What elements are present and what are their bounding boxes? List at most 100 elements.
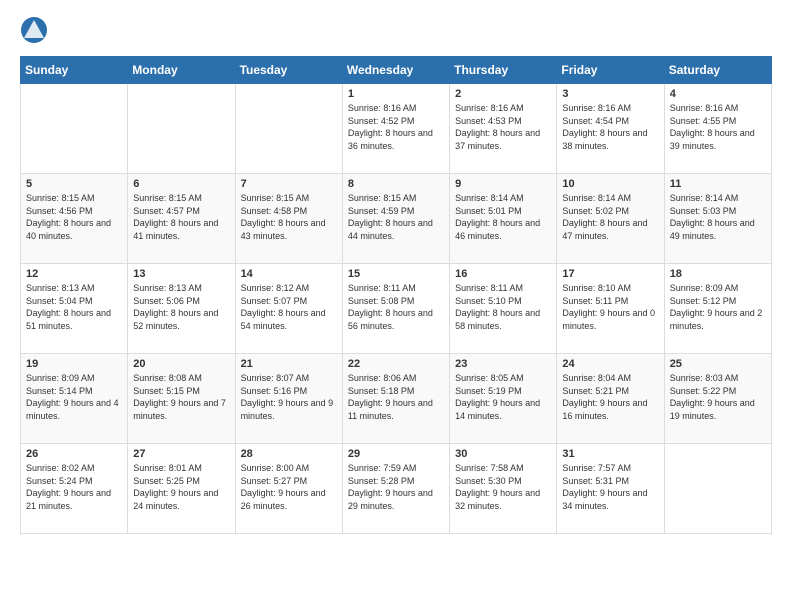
day-info: Sunrise: 8:16 AMSunset: 4:53 PMDaylight:…	[455, 102, 551, 152]
day-number: 27	[133, 448, 229, 460]
day-info: Sunrise: 8:09 AMSunset: 5:12 PMDaylight:…	[670, 282, 766, 332]
day-number: 18	[670, 268, 766, 280]
day-number: 6	[133, 178, 229, 190]
calendar-cell: 3 Sunrise: 8:16 AMSunset: 4:54 PMDayligh…	[557, 84, 664, 174]
calendar-cell	[664, 444, 771, 534]
calendar-cell: 16 Sunrise: 8:11 AMSunset: 5:10 PMDaylig…	[450, 264, 557, 354]
day-info: Sunrise: 8:08 AMSunset: 5:15 PMDaylight:…	[133, 372, 229, 422]
calendar-week-row: 1 Sunrise: 8:16 AMSunset: 4:52 PMDayligh…	[21, 84, 772, 174]
calendar-cell: 21 Sunrise: 8:07 AMSunset: 5:16 PMDaylig…	[235, 354, 342, 444]
day-info: Sunrise: 8:14 AMSunset: 5:01 PMDaylight:…	[455, 192, 551, 242]
calendar-cell: 23 Sunrise: 8:05 AMSunset: 5:19 PMDaylig…	[450, 354, 557, 444]
day-info: Sunrise: 8:00 AMSunset: 5:27 PMDaylight:…	[241, 462, 337, 512]
day-number: 7	[241, 178, 337, 190]
day-info: Sunrise: 7:58 AMSunset: 5:30 PMDaylight:…	[455, 462, 551, 512]
calendar-cell: 5 Sunrise: 8:15 AMSunset: 4:56 PMDayligh…	[21, 174, 128, 264]
day-number: 3	[562, 88, 658, 100]
day-info: Sunrise: 8:07 AMSunset: 5:16 PMDaylight:…	[241, 372, 337, 422]
day-info: Sunrise: 8:11 AMSunset: 5:10 PMDaylight:…	[455, 282, 551, 332]
calendar-cell: 13 Sunrise: 8:13 AMSunset: 5:06 PMDaylig…	[128, 264, 235, 354]
calendar-cell: 30 Sunrise: 7:58 AMSunset: 5:30 PMDaylig…	[450, 444, 557, 534]
day-info: Sunrise: 8:16 AMSunset: 4:52 PMDaylight:…	[348, 102, 444, 152]
day-info: Sunrise: 8:02 AMSunset: 5:24 PMDaylight:…	[26, 462, 122, 512]
calendar-cell: 14 Sunrise: 8:12 AMSunset: 5:07 PMDaylig…	[235, 264, 342, 354]
day-info: Sunrise: 8:05 AMSunset: 5:19 PMDaylight:…	[455, 372, 551, 422]
day-info: Sunrise: 8:04 AMSunset: 5:21 PMDaylight:…	[562, 372, 658, 422]
day-number: 1	[348, 88, 444, 100]
weekday-header-sunday: Sunday	[21, 57, 128, 84]
day-number: 4	[670, 88, 766, 100]
calendar-cell: 22 Sunrise: 8:06 AMSunset: 5:18 PMDaylig…	[342, 354, 449, 444]
calendar-cell: 4 Sunrise: 8:16 AMSunset: 4:55 PMDayligh…	[664, 84, 771, 174]
day-info: Sunrise: 8:14 AMSunset: 5:02 PMDaylight:…	[562, 192, 658, 242]
calendar-cell: 6 Sunrise: 8:15 AMSunset: 4:57 PMDayligh…	[128, 174, 235, 264]
day-info: Sunrise: 8:16 AMSunset: 4:55 PMDaylight:…	[670, 102, 766, 152]
day-number: 8	[348, 178, 444, 190]
day-info: Sunrise: 8:15 AMSunset: 4:56 PMDaylight:…	[26, 192, 122, 242]
calendar-cell: 10 Sunrise: 8:14 AMSunset: 5:02 PMDaylig…	[557, 174, 664, 264]
day-info: Sunrise: 8:10 AMSunset: 5:11 PMDaylight:…	[562, 282, 658, 332]
day-number: 13	[133, 268, 229, 280]
calendar-week-row: 5 Sunrise: 8:15 AMSunset: 4:56 PMDayligh…	[21, 174, 772, 264]
calendar-cell: 27 Sunrise: 8:01 AMSunset: 5:25 PMDaylig…	[128, 444, 235, 534]
day-info: Sunrise: 8:06 AMSunset: 5:18 PMDaylight:…	[348, 372, 444, 422]
day-number: 23	[455, 358, 551, 370]
day-number: 25	[670, 358, 766, 370]
calendar-cell: 26 Sunrise: 8:02 AMSunset: 5:24 PMDaylig…	[21, 444, 128, 534]
calendar-cell: 1 Sunrise: 8:16 AMSunset: 4:52 PMDayligh…	[342, 84, 449, 174]
day-number: 20	[133, 358, 229, 370]
calendar-cell: 29 Sunrise: 7:59 AMSunset: 5:28 PMDaylig…	[342, 444, 449, 534]
calendar-cell: 7 Sunrise: 8:15 AMSunset: 4:58 PMDayligh…	[235, 174, 342, 264]
day-info: Sunrise: 8:16 AMSunset: 4:54 PMDaylight:…	[562, 102, 658, 152]
calendar-week-row: 12 Sunrise: 8:13 AMSunset: 5:04 PMDaylig…	[21, 264, 772, 354]
logo	[20, 16, 52, 44]
calendar-cell: 19 Sunrise: 8:09 AMSunset: 5:14 PMDaylig…	[21, 354, 128, 444]
page: SundayMondayTuesdayWednesdayThursdayFrid…	[0, 0, 792, 550]
calendar-cell	[21, 84, 128, 174]
day-number: 22	[348, 358, 444, 370]
day-info: Sunrise: 8:11 AMSunset: 5:08 PMDaylight:…	[348, 282, 444, 332]
calendar-cell: 28 Sunrise: 8:00 AMSunset: 5:27 PMDaylig…	[235, 444, 342, 534]
day-info: Sunrise: 7:57 AMSunset: 5:31 PMDaylight:…	[562, 462, 658, 512]
day-info: Sunrise: 8:03 AMSunset: 5:22 PMDaylight:…	[670, 372, 766, 422]
day-info: Sunrise: 8:01 AMSunset: 5:25 PMDaylight:…	[133, 462, 229, 512]
calendar-cell: 9 Sunrise: 8:14 AMSunset: 5:01 PMDayligh…	[450, 174, 557, 264]
day-info: Sunrise: 8:14 AMSunset: 5:03 PMDaylight:…	[670, 192, 766, 242]
day-number: 31	[562, 448, 658, 460]
day-info: Sunrise: 8:12 AMSunset: 5:07 PMDaylight:…	[241, 282, 337, 332]
day-info: Sunrise: 8:09 AMSunset: 5:14 PMDaylight:…	[26, 372, 122, 422]
weekday-header-friday: Friday	[557, 57, 664, 84]
day-number: 10	[562, 178, 658, 190]
day-number: 2	[455, 88, 551, 100]
day-info: Sunrise: 8:15 AMSunset: 4:57 PMDaylight:…	[133, 192, 229, 242]
day-number: 5	[26, 178, 122, 190]
calendar-cell	[128, 84, 235, 174]
calendar-cell: 17 Sunrise: 8:10 AMSunset: 5:11 PMDaylig…	[557, 264, 664, 354]
day-number: 24	[562, 358, 658, 370]
day-number: 30	[455, 448, 551, 460]
calendar-cell: 12 Sunrise: 8:13 AMSunset: 5:04 PMDaylig…	[21, 264, 128, 354]
weekday-header-wednesday: Wednesday	[342, 57, 449, 84]
day-number: 19	[26, 358, 122, 370]
day-number: 28	[241, 448, 337, 460]
weekday-header-row: SundayMondayTuesdayWednesdayThursdayFrid…	[21, 57, 772, 84]
day-number: 14	[241, 268, 337, 280]
day-number: 12	[26, 268, 122, 280]
day-info: Sunrise: 8:13 AMSunset: 5:04 PMDaylight:…	[26, 282, 122, 332]
day-number: 15	[348, 268, 444, 280]
calendar-cell: 18 Sunrise: 8:09 AMSunset: 5:12 PMDaylig…	[664, 264, 771, 354]
calendar-cell: 31 Sunrise: 7:57 AMSunset: 5:31 PMDaylig…	[557, 444, 664, 534]
day-number: 29	[348, 448, 444, 460]
weekday-header-thursday: Thursday	[450, 57, 557, 84]
calendar-cell: 20 Sunrise: 8:08 AMSunset: 5:15 PMDaylig…	[128, 354, 235, 444]
calendar-cell: 8 Sunrise: 8:15 AMSunset: 4:59 PMDayligh…	[342, 174, 449, 264]
day-number: 26	[26, 448, 122, 460]
calendar-table: SundayMondayTuesdayWednesdayThursdayFrid…	[20, 56, 772, 534]
day-info: Sunrise: 7:59 AMSunset: 5:28 PMDaylight:…	[348, 462, 444, 512]
day-number: 16	[455, 268, 551, 280]
header	[20, 16, 772, 44]
calendar-cell	[235, 84, 342, 174]
day-number: 17	[562, 268, 658, 280]
weekday-header-tuesday: Tuesday	[235, 57, 342, 84]
calendar-cell: 25 Sunrise: 8:03 AMSunset: 5:22 PMDaylig…	[664, 354, 771, 444]
